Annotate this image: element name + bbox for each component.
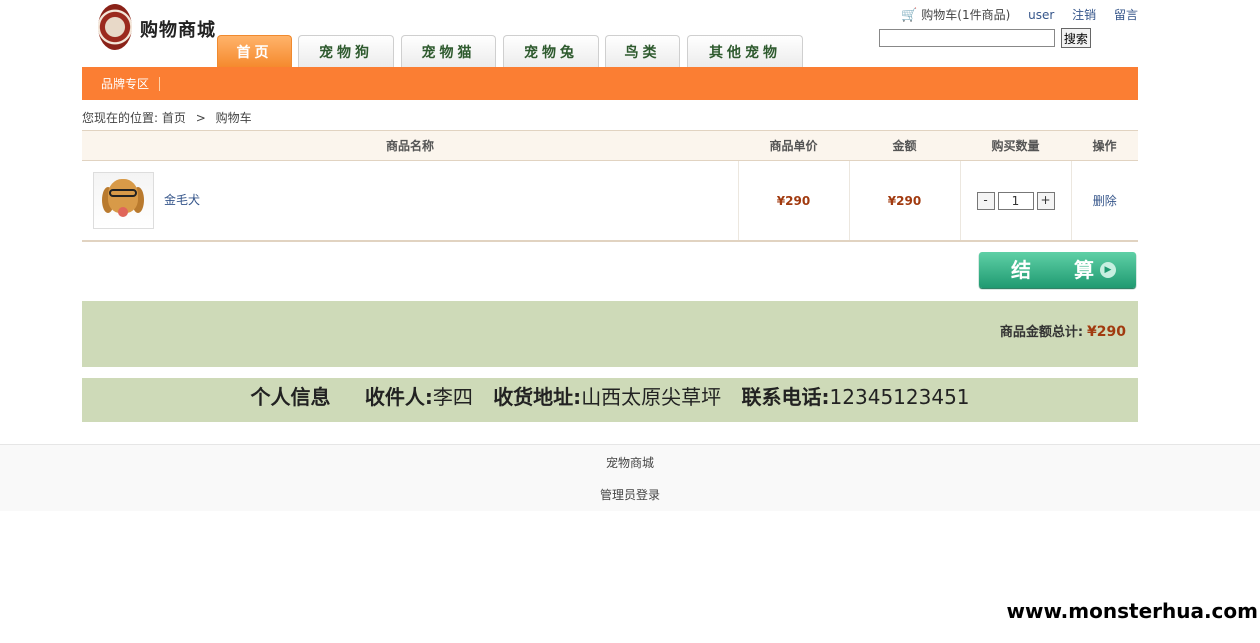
address-value: 山西太原尖草坪 bbox=[581, 385, 722, 409]
tab-dogs[interactable]: 宠物狗 bbox=[298, 35, 394, 67]
col-header-quantity: 购买数量 bbox=[960, 130, 1071, 161]
product-thumbnail[interactable] bbox=[93, 172, 154, 229]
cart-link-label: 购物车(1件商品) bbox=[921, 8, 1011, 22]
quantity-increase-button[interactable]: + bbox=[1036, 191, 1055, 210]
delete-link[interactable]: 删除 bbox=[1070, 160, 1138, 241]
dog-glasses bbox=[109, 189, 137, 197]
search-button[interactable]: 搜索 bbox=[1060, 28, 1091, 48]
unit-price: ¥290 bbox=[737, 160, 849, 241]
breadcrumb: 您现在的位置: 首页 > 购物车 bbox=[82, 109, 252, 126]
watermark-text: www.monsterhua.com bbox=[1006, 599, 1258, 623]
search-bar: 搜索 bbox=[879, 28, 1091, 48]
play-arrow-icon: ▶ bbox=[1100, 262, 1116, 278]
breadcrumb-prefix: 您现在的位置: bbox=[82, 111, 159, 125]
tab-rabbits[interactable]: 宠物兔 bbox=[503, 35, 599, 67]
admin-login-link[interactable]: 管理员登录 bbox=[0, 486, 1260, 503]
quantity-input[interactable]: 1 bbox=[997, 191, 1034, 210]
order-total-label: 商品金额总计: bbox=[999, 325, 1084, 340]
col-header-unit-price: 商品单价 bbox=[738, 130, 849, 161]
receiver-value: 李四 bbox=[432, 385, 473, 409]
breadcrumb-home-link[interactable]: 首页 bbox=[162, 111, 186, 125]
checkout-label: 结 算 bbox=[1011, 258, 1112, 282]
user-link[interactable]: user bbox=[1028, 8, 1054, 22]
checkout-button[interactable]: 结 算 ▶ bbox=[979, 252, 1136, 288]
site-logo[interactable]: 购物商城 bbox=[98, 4, 218, 56]
order-total-panel: 商品金额总计: ¥290 bbox=[82, 301, 1138, 367]
phone-label: 联系电话: bbox=[741, 385, 830, 409]
cart-table-header: 商品名称 商品单价 金额 购买数量 操作 bbox=[82, 130, 1138, 161]
logout-link[interactable]: 注销 bbox=[1072, 8, 1096, 22]
col-header-name: 商品名称 bbox=[82, 130, 738, 161]
order-total: 商品金额总计: ¥290 bbox=[1000, 321, 1126, 340]
category-bar: 品牌专区 bbox=[82, 67, 1138, 100]
footer: 宠物商城 管理员登录 bbox=[0, 444, 1260, 511]
logo-seal-icon bbox=[98, 4, 132, 50]
quantity-stepper: -1 + bbox=[959, 160, 1071, 241]
table-row: 金毛犬 ¥290 ¥290 -1 + 删除 bbox=[82, 160, 1138, 242]
dog-tongue bbox=[118, 207, 128, 217]
cart-link[interactable]: 🛒 购物车(1件商品) bbox=[887, 8, 1011, 23]
footer-site-name: 宠物商城 bbox=[605, 456, 654, 470]
col-header-amount: 金额 bbox=[849, 130, 960, 161]
address-label: 收货地址: bbox=[493, 385, 582, 409]
col-header-action: 操作 bbox=[1071, 130, 1138, 161]
tab-home[interactable]: 首页 bbox=[217, 35, 292, 67]
tab-cats[interactable]: 宠物猫 bbox=[401, 35, 496, 67]
brand-zone-link[interactable]: 品牌专区 bbox=[101, 77, 161, 91]
breadcrumb-current: 购物车 bbox=[215, 111, 252, 125]
product-cell: 金毛犬 bbox=[82, 161, 738, 242]
logo-text: 购物商城 bbox=[140, 20, 216, 41]
personal-info-panel: 个人信息 收件人:李四 收货地址:山西太原尖草坪 联系电话:1234512345… bbox=[82, 378, 1138, 422]
tab-birds[interactable]: 鸟类 bbox=[605, 35, 680, 67]
product-name-link[interactable]: 金毛犬 bbox=[164, 191, 200, 208]
top-user-nav: 🛒 购物车(1件商品) user 注销 留言 bbox=[887, 6, 1138, 23]
cart-icon: 🛒 bbox=[901, 8, 918, 23]
info-title: 个人信息 bbox=[250, 385, 331, 409]
quantity-decrease-button[interactable]: - bbox=[976, 191, 995, 210]
line-amount: ¥290 bbox=[848, 160, 960, 241]
tab-other-pets[interactable]: 其他宠物 bbox=[687, 35, 803, 67]
message-link[interactable]: 留言 bbox=[1114, 8, 1138, 22]
phone-value: 12345123451 bbox=[829, 385, 970, 409]
cart-table: 商品名称 商品单价 金额 购买数量 操作 金毛犬 ¥290 ¥290 - 1 +… bbox=[82, 130, 1138, 242]
search-input[interactable] bbox=[879, 29, 1055, 47]
order-total-value: ¥290 bbox=[1087, 324, 1126, 340]
receiver-label: 收件人: bbox=[364, 385, 433, 409]
breadcrumb-separator: > bbox=[195, 111, 206, 125]
